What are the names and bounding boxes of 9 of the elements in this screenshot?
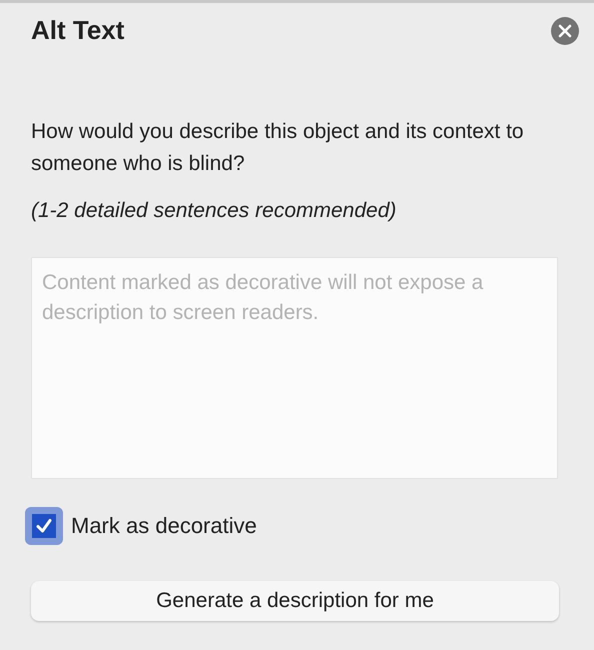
close-icon bbox=[551, 16, 579, 44]
generate-button[interactable]: Generate a description for me bbox=[31, 581, 559, 621]
panel-title: Alt Text bbox=[31, 15, 124, 46]
hint-text: (1-2 detailed sentences recommended) bbox=[31, 199, 398, 223]
checkbox-label: Mark as decorative bbox=[71, 513, 257, 539]
close-button[interactable] bbox=[551, 16, 579, 44]
question-text: How would you describe this object and its context to someone who is blind? bbox=[31, 119, 525, 177]
description-field[interactable]: Content marked as decorative will not expose a description to screen readers. bbox=[31, 257, 558, 479]
decorative-checkbox[interactable] bbox=[25, 507, 63, 545]
